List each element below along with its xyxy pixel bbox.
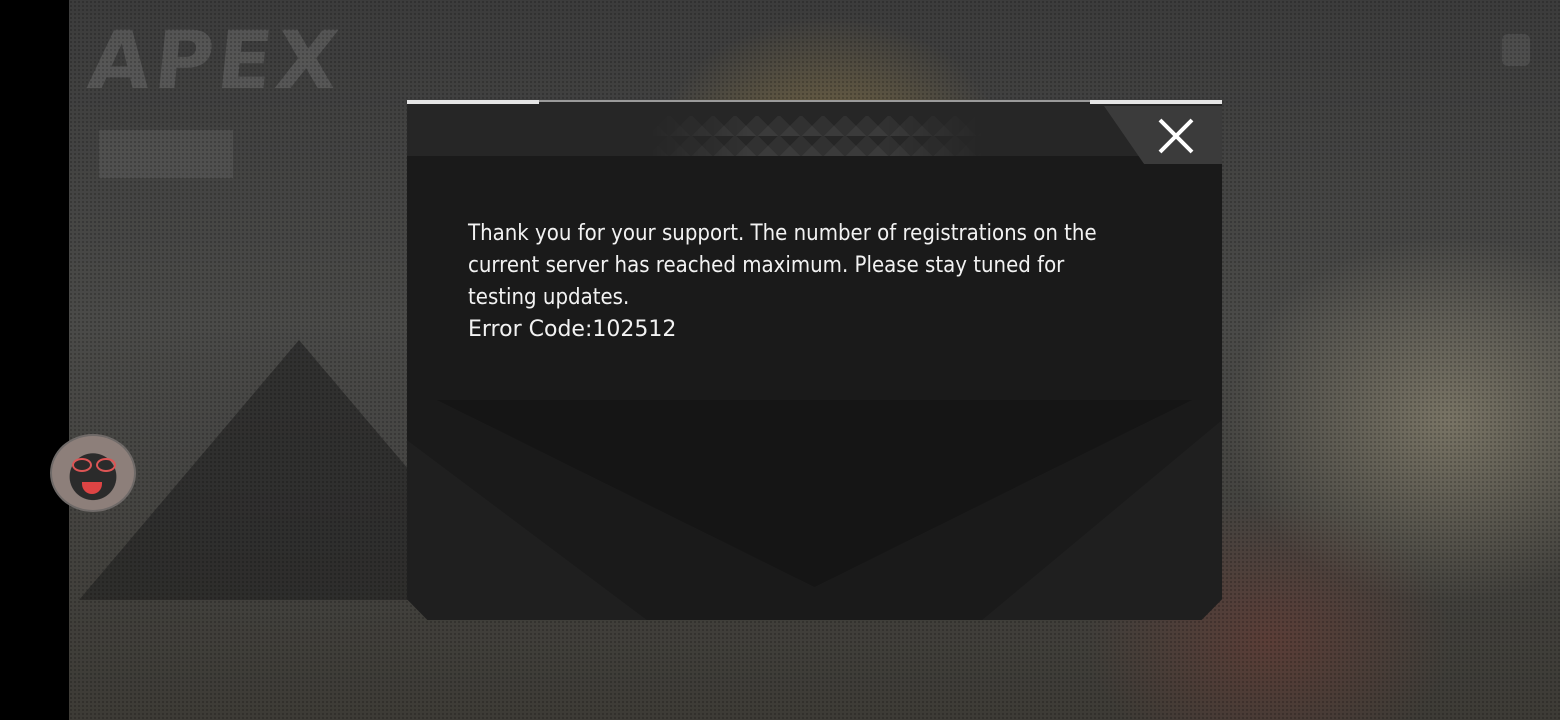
close-x-icon xyxy=(1158,118,1194,154)
header-triangle-pattern xyxy=(647,116,987,156)
dialog-message: Thank you for your support. The number o… xyxy=(468,221,1097,310)
avatar-eye xyxy=(72,458,92,472)
error-dialog: Thank you for your support. The number o… xyxy=(407,100,1222,620)
left-black-bar xyxy=(0,0,69,720)
floating-avatar-button[interactable] xyxy=(50,434,136,512)
logo-subtitle-block xyxy=(99,130,233,178)
avatar-mouth xyxy=(82,482,102,494)
header-accent-line xyxy=(539,100,1091,102)
avatar-eye xyxy=(96,458,116,472)
apex-logo: APEX xyxy=(84,14,347,107)
dialog-header xyxy=(407,100,1222,156)
header-accent-right xyxy=(1090,100,1222,104)
settings-icon[interactable] xyxy=(1502,34,1530,66)
error-code: Error Code:102512 xyxy=(468,317,677,342)
header-accent-left xyxy=(407,100,539,104)
